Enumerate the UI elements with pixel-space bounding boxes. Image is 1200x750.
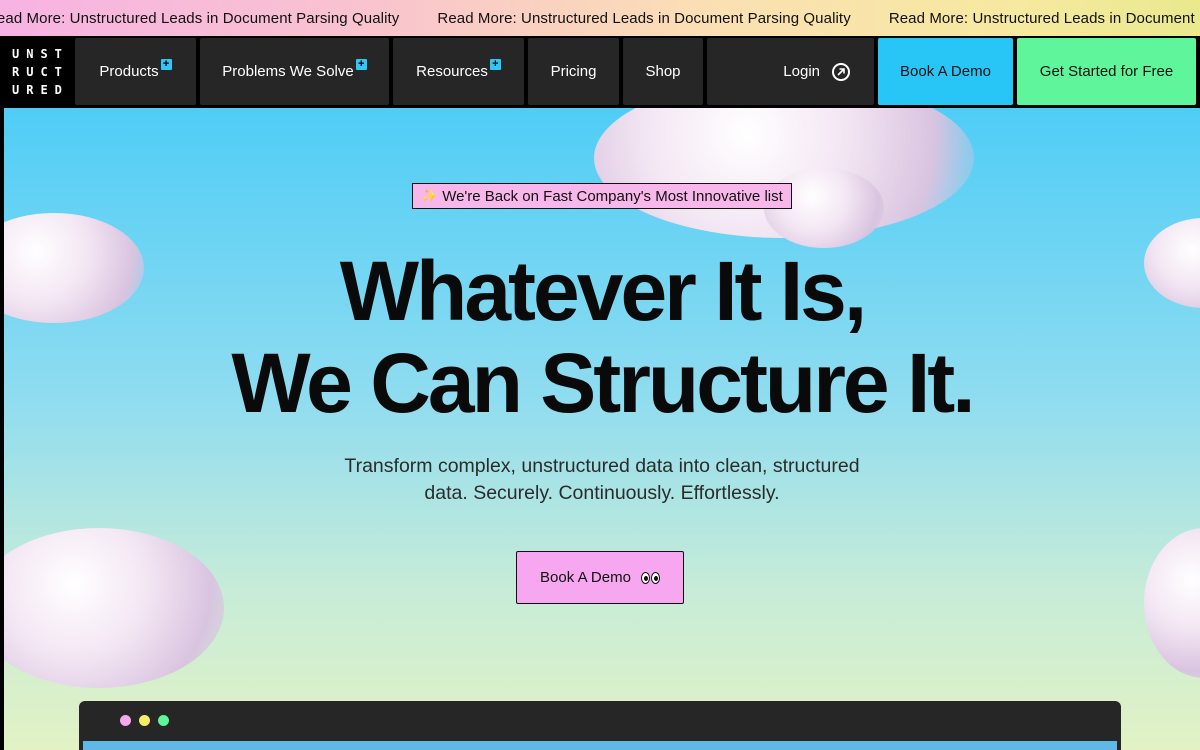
nav-problems-we-solve[interactable]: Problems We Solve +: [200, 38, 389, 105]
logo-line: UNST: [12, 47, 69, 61]
hero-headline-line2: We Can Structure It.: [231, 336, 975, 430]
get-started-label: Get Started for Free: [1039, 63, 1174, 80]
hero-subtitle-line: data. Securely. Continuously. Effortless…: [424, 482, 780, 504]
plus-icon: +: [160, 59, 172, 70]
nav-products[interactable]: Products +: [75, 38, 196, 105]
announcement-badge[interactable]: ✨ We're Back on Fast Company's Most Inno…: [412, 183, 792, 209]
hero-subtitle: Transform complex, unstructured data int…: [304, 453, 900, 507]
announcement-ticker[interactable]: Read More: Unstructured Leads in Documen…: [0, 0, 1200, 36]
sparkle-icon: ✨: [421, 188, 438, 203]
hero-subtitle-line: Transform complex, unstructured data int…: [344, 455, 860, 477]
window-screen: [83, 741, 1117, 750]
window-dot-icon: [139, 715, 150, 726]
window-dot-icon: [120, 715, 131, 726]
eye-shape: [640, 571, 650, 584]
plus-icon: +: [355, 59, 367, 70]
nav-products-label: Products: [99, 63, 159, 80]
logo-line: RUCT: [12, 65, 69, 79]
login-label: Login: [783, 63, 820, 80]
nav-pricing[interactable]: Pricing: [528, 38, 619, 105]
logo-line: URED: [12, 83, 69, 97]
book-demo-label: Book A Demo: [900, 63, 991, 80]
ticker-item[interactable]: Read More: Unstructured Leads in Documen…: [437, 10, 850, 27]
eyes-icon: [640, 571, 660, 584]
book-demo-hero-button[interactable]: Book A Demo: [516, 551, 684, 604]
book-demo-nav-button[interactable]: Book A Demo: [878, 38, 1013, 105]
top-navigation: UNST RUCT URED Products + Problems We So…: [0, 36, 1200, 108]
nav-shop-label: Shop: [645, 63, 681, 80]
app-window-preview: [79, 701, 1121, 750]
eye-shape: [650, 571, 660, 584]
window-dot-icon: [158, 715, 169, 726]
get-started-button[interactable]: Get Started for Free: [1017, 38, 1196, 105]
hero-headline-line1: Whatever It Is,: [339, 244, 868, 338]
nav-problems-label: Problems We Solve: [222, 63, 354, 80]
badge-text: We're Back on Fast Company's Most Innova…: [442, 187, 783, 205]
hero-section: ✨ We're Back on Fast Company's Most Inno…: [4, 108, 1200, 750]
nav-shop[interactable]: Shop: [623, 38, 703, 105]
ticker-item[interactable]: Read More: Unstructured Leads in Documen…: [889, 10, 1200, 27]
cloud-image: [4, 528, 224, 688]
ticker-item[interactable]: Read More: Unstructured Leads in Documen…: [0, 10, 399, 27]
cta-label: Book A Demo: [540, 569, 631, 586]
nav-pricing-label: Pricing: [550, 63, 597, 80]
cloud-image: [1144, 528, 1200, 678]
plus-icon: +: [489, 59, 501, 70]
nav-resources[interactable]: Resources +: [393, 38, 524, 105]
unstructured-logo[interactable]: UNST RUCT URED: [12, 45, 68, 99]
login-button[interactable]: Login: [707, 38, 874, 105]
nav-resources-label: Resources: [416, 63, 488, 80]
arrow-up-right-circle-icon: [832, 62, 850, 81]
